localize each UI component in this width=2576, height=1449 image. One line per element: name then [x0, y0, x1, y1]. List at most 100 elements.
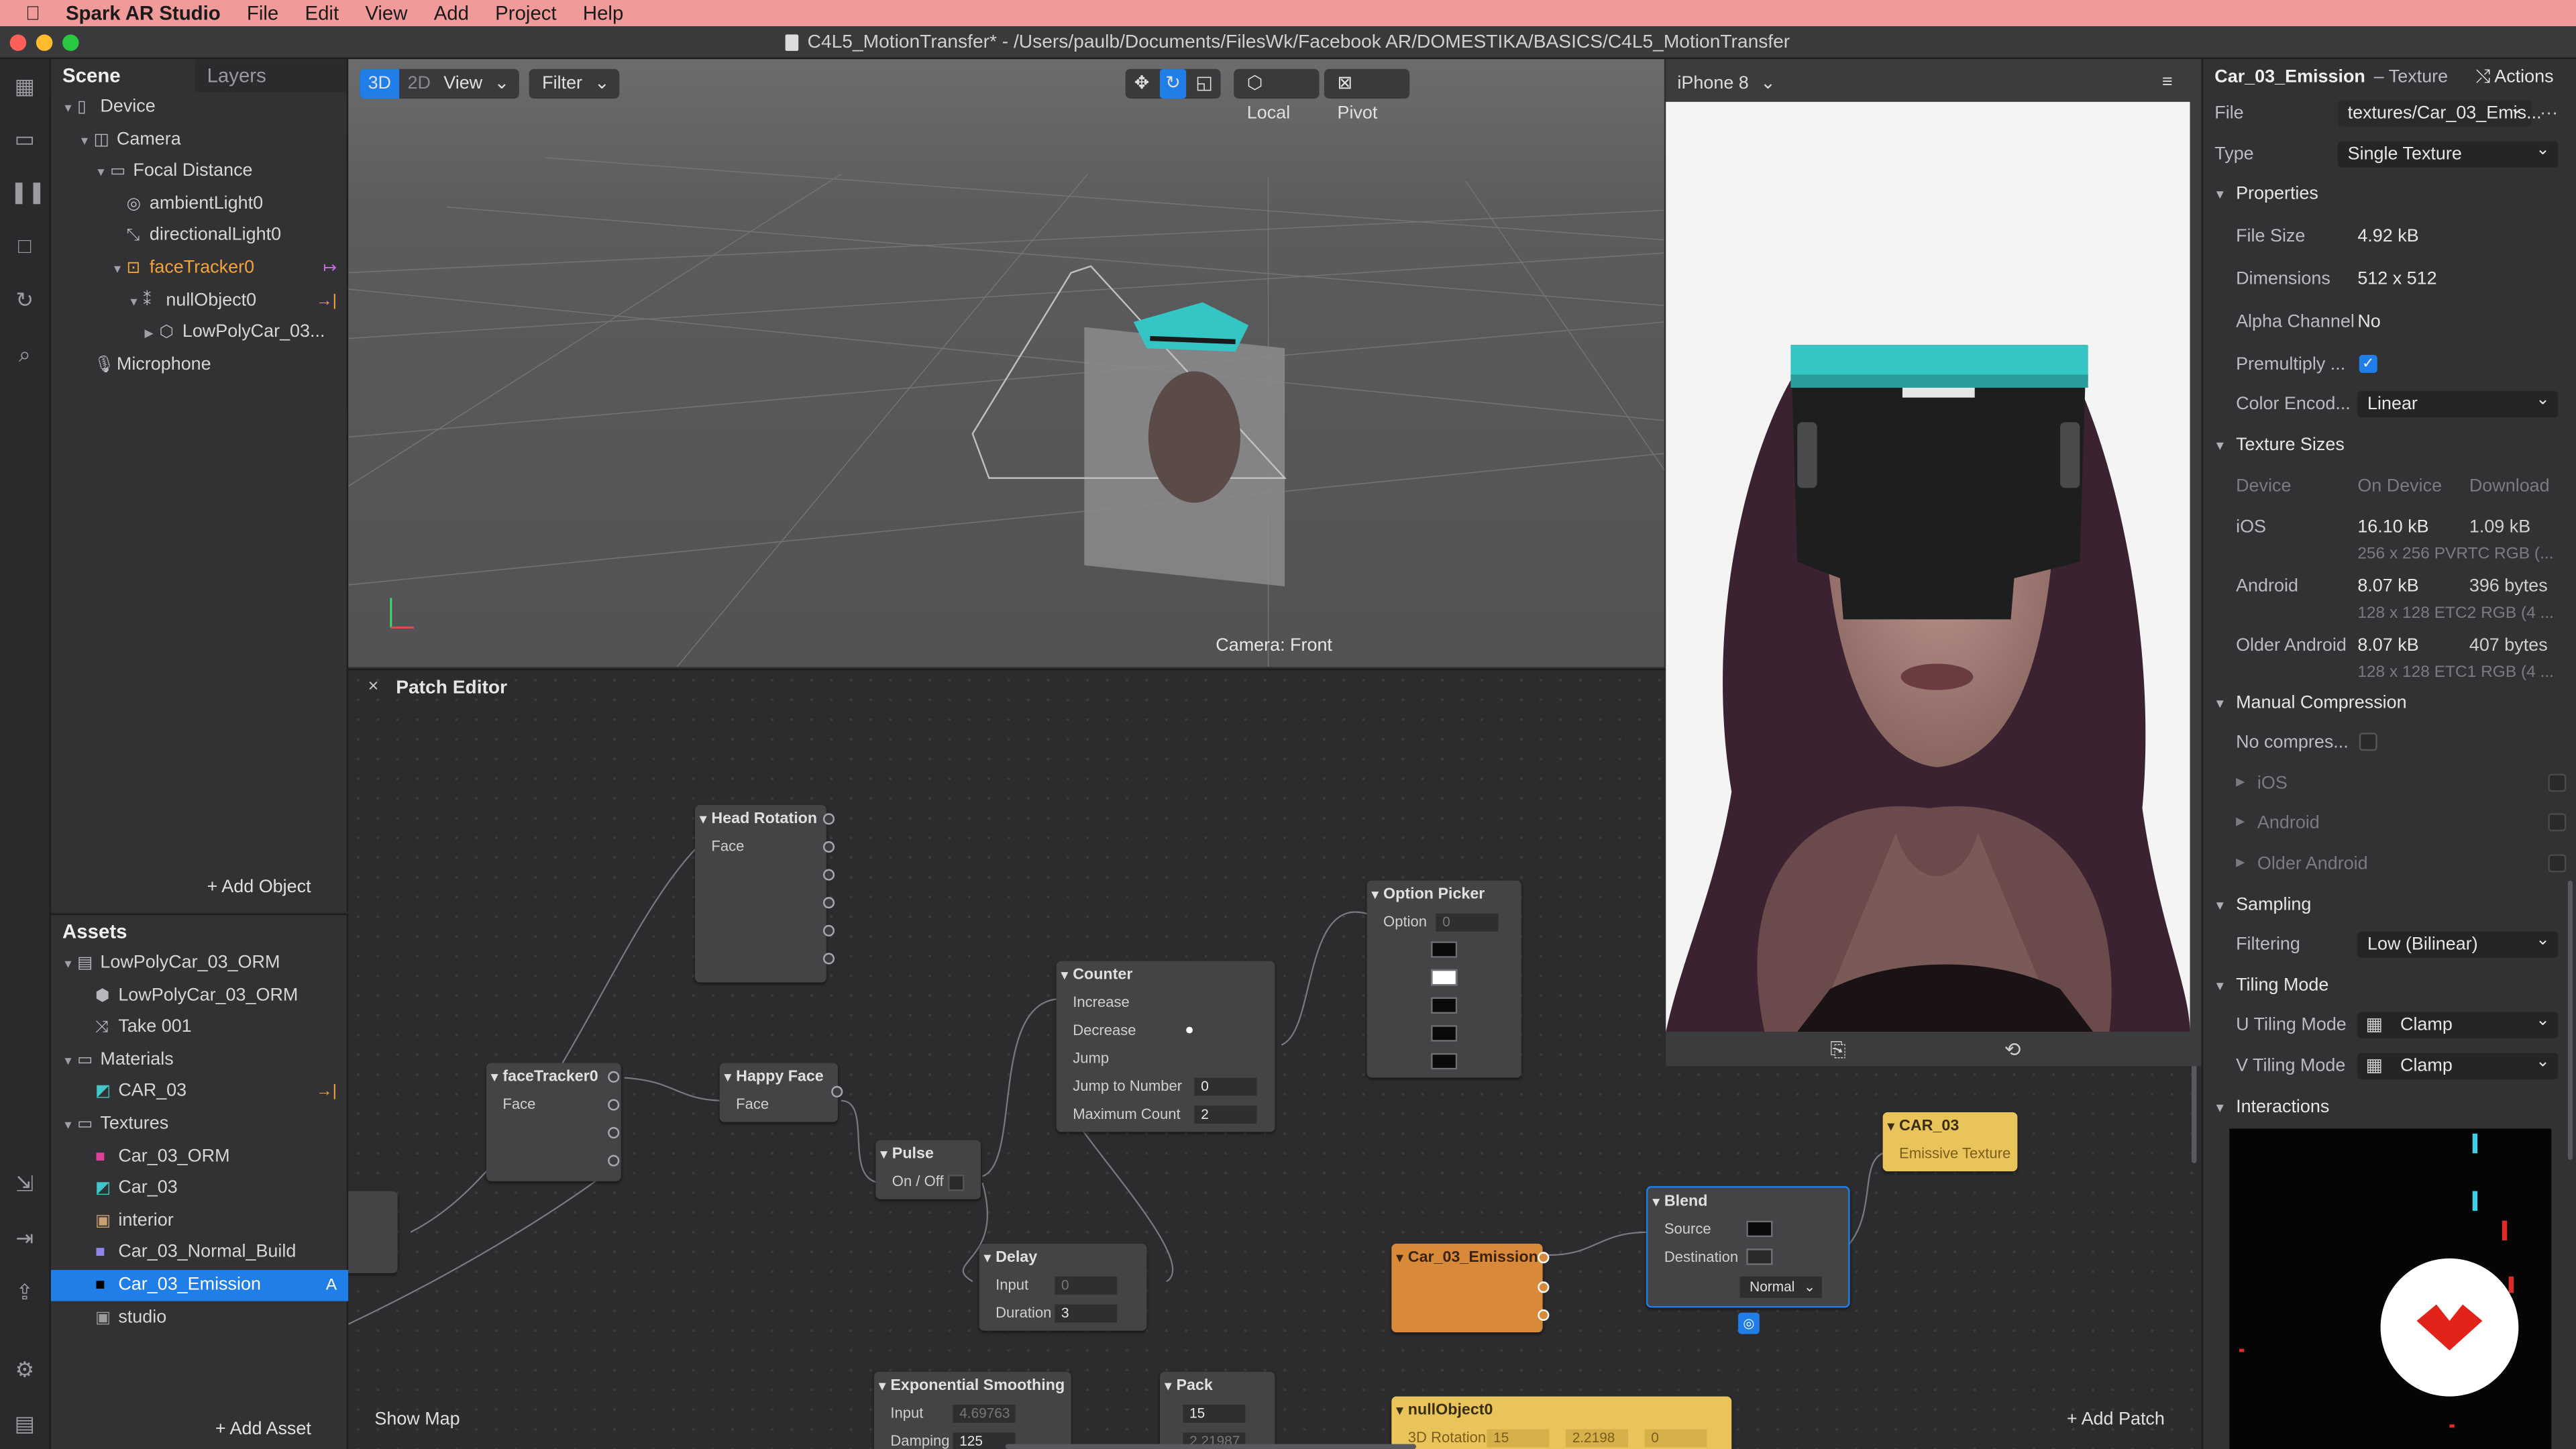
expand-arrow-icon[interactable]: ▼: [128, 288, 143, 319]
move-icon[interactable]: ✥: [1130, 69, 1153, 99]
output-pin[interactable]: [822, 841, 835, 853]
asset-item[interactable]: ▣ interior: [51, 1206, 348, 1238]
scene-item-ambient-light[interactable]: ◎ ambientLight0: [51, 189, 348, 221]
blend-mode-dropdown[interactable]: Normal ⌄: [1739, 1276, 1822, 1298]
refresh-icon[interactable]: ↻: [10, 286, 40, 315]
expand-arrow-icon[interactable]: ▶: [2236, 805, 2245, 841]
port-face[interactable]: Face: [720, 1091, 838, 1119]
output-pin[interactable]: [608, 1127, 620, 1139]
asset-item[interactable]: ▼ ▭ Textures: [51, 1109, 348, 1140]
scale-icon[interactable]: ◱: [1193, 69, 1216, 99]
destination-swatch[interactable]: [1746, 1248, 1773, 1265]
output-pin[interactable]: [608, 1099, 620, 1111]
menu-help[interactable]: Help: [583, 1, 623, 24]
u-tiling-dropdown[interactable]: ▦ Clamp: [2357, 1009, 2559, 1038]
menu-add[interactable]: Add: [434, 1, 469, 24]
search-icon[interactable]: ⌕: [10, 340, 40, 370]
filter-dropdown[interactable]: Filter ⌄: [529, 68, 620, 99]
option-color-swatch[interactable]: [1431, 1025, 1458, 1042]
port-emissive-texture[interactable]: Emissive Texture: [1883, 1140, 2018, 1169]
type-dropdown[interactable]: Single Texture: [2337, 138, 2559, 168]
output-pin[interactable]: [822, 869, 835, 881]
port-decrease[interactable]: Decrease: [1057, 1017, 1275, 1045]
expand-arrow-icon[interactable]: ▶: [145, 319, 160, 350]
menu-edit[interactable]: Edit: [305, 1, 339, 24]
output-pin[interactable]: [831, 1085, 843, 1097]
port-duration[interactable]: Duration 3: [979, 1299, 1147, 1328]
output-pin[interactable]: [1538, 1252, 1550, 1264]
filtering-dropdown[interactable]: Low (Bilinear): [2357, 928, 2559, 958]
jump-to-number-field[interactable]: 0: [1194, 1077, 1257, 1096]
expand-arrow-icon[interactable]: ▼: [95, 158, 110, 189]
option-color-swatch[interactable]: [1431, 997, 1458, 1014]
local-toggle-button[interactable]: ⬡ Local: [1234, 68, 1320, 123]
android-compression-checkbox[interactable]: [2548, 813, 2567, 832]
tab-scene[interactable]: Scene: [50, 59, 196, 93]
port-3d-rotation[interactable]: 3D Rotation 15 2.2198 0: [1391, 1424, 1731, 1449]
toggle-3d-button[interactable]: 3D: [360, 68, 400, 99]
viewport[interactable]: 3D 2D View ⌄ Filter ⌄ ✥ ↻ ◱ ⬡ Local ⊠ Pi…: [348, 59, 1664, 667]
close-window-button[interactable]: [9, 34, 27, 51]
menu-view[interactable]: View: [365, 1, 407, 24]
asset-item[interactable]: ▣ studio: [51, 1303, 348, 1334]
port-maximum-count[interactable]: Maximum Count 2: [1057, 1101, 1275, 1129]
device-frame-icon[interactable]: □: [10, 231, 40, 261]
test-on-device-icon[interactable]: ⇥: [10, 1224, 40, 1254]
menu-project[interactable]: Project: [495, 1, 556, 24]
patch-node-partial[interactable]: [348, 1191, 398, 1273]
patch-node-head-rotation[interactable]: Head Rotation Face: [694, 805, 835, 983]
premultiply-checkbox[interactable]: ✓: [2359, 354, 2377, 373]
on-off-toggle[interactable]: [948, 1175, 965, 1191]
v-tiling-dropdown[interactable]: ▦ Clamp: [2357, 1050, 2559, 1079]
simulator-preview[interactable]: iPhone 8 ⌄ ≡ ⎘ ⟲: [1666, 59, 2202, 1067]
actions-button[interactable]: ⤭ Actions: [2476, 59, 2554, 95]
scene-item-face-tracker[interactable]: ▼ ⊡ faceTracker0 ↦: [51, 253, 348, 284]
output-pin[interactable]: [608, 1071, 620, 1083]
patch-link-icon[interactable]: →|: [316, 286, 337, 317]
asset-item[interactable]: ◩ Car_03: [51, 1173, 348, 1205]
dimension-toggle[interactable]: 3D 2D: [360, 68, 439, 99]
asset-item[interactable]: ■ Car_03_ORM: [51, 1142, 348, 1173]
option-color-swatch[interactable]: [1431, 1053, 1458, 1070]
no-compression-checkbox[interactable]: [2359, 733, 2377, 751]
menu-icon[interactable]: ≡: [2162, 72, 2173, 92]
properties-section[interactable]: Properties: [2203, 176, 2576, 212]
source-swatch[interactable]: [1746, 1220, 1773, 1238]
horizontal-scrollbar[interactable]: [1005, 1444, 1417, 1449]
option-color-swatch[interactable]: [1431, 941, 1458, 958]
port-x[interactable]: 15: [1160, 1400, 1275, 1428]
asset-item[interactable]: ⤨ Take 001: [51, 1012, 348, 1044]
port-jump-to-number[interactable]: Jump to Number 0: [1057, 1073, 1275, 1101]
patch-node-material[interactable]: CAR_03 Emissive Texture: [1882, 1112, 2018, 1172]
tab-layers[interactable]: Layers: [195, 59, 340, 92]
add-asset-button[interactable]: + Add Asset: [215, 1419, 311, 1439]
expand-arrow-icon[interactable]: ▼: [62, 950, 77, 981]
output-pin[interactable]: [822, 897, 835, 909]
patch-node-counter[interactable]: Counter Increase Decrease Jump Jump to N…: [1056, 961, 1275, 1132]
patch-node-face-tracker[interactable]: faceTracker0 Face: [486, 1063, 621, 1181]
patch-node-happy-face[interactable]: Happy Face Face: [719, 1063, 843, 1122]
port-destination[interactable]: Destination: [1648, 1244, 1848, 1272]
expand-arrow-icon[interactable]: ▼: [79, 127, 94, 158]
camera-flip-icon[interactable]: ⎘: [1830, 1038, 1846, 1063]
device-dropdown[interactable]: iPhone 8 ⌄: [1677, 72, 1775, 93]
tiling-mode-section[interactable]: Tiling Mode: [2203, 967, 2576, 1004]
view-dropdown[interactable]: View ⌄: [430, 68, 519, 99]
app-menu[interactable]: Spark AR Studio: [66, 1, 221, 24]
patch-node-blend[interactable]: Blend Source Destination Normal ⌄: [1646, 1186, 1850, 1308]
asset-item[interactable]: ⬢ LowPolyCar_03_ORM: [51, 981, 348, 1012]
port-option[interactable]: Option 0: [1367, 908, 1521, 936]
expand-arrow-icon[interactable]: ▼: [62, 1046, 77, 1078]
asset-item[interactable]: ◩ CAR_03 →|: [51, 1076, 348, 1108]
asset-item-selected[interactable]: ■ Car_03_Emission A: [50, 1270, 349, 1301]
group-icon[interactable]: ◎: [1738, 1312, 1760, 1334]
expand-arrow-icon[interactable]: ▼: [112, 255, 127, 286]
output-pin[interactable]: [608, 1155, 620, 1167]
minimize-window-button[interactable]: [36, 34, 53, 51]
patch-node-option-picker[interactable]: Option Picker Option0: [1366, 880, 1521, 1078]
expand-arrow-icon[interactable]: ▼: [62, 1111, 77, 1142]
zoom-window-button[interactable]: [62, 34, 79, 51]
maximum-count-field[interactable]: 2: [1194, 1106, 1257, 1124]
port-face[interactable]: Face: [486, 1091, 621, 1119]
scene-item-camera[interactable]: ▼ ◫ Camera: [51, 125, 348, 156]
